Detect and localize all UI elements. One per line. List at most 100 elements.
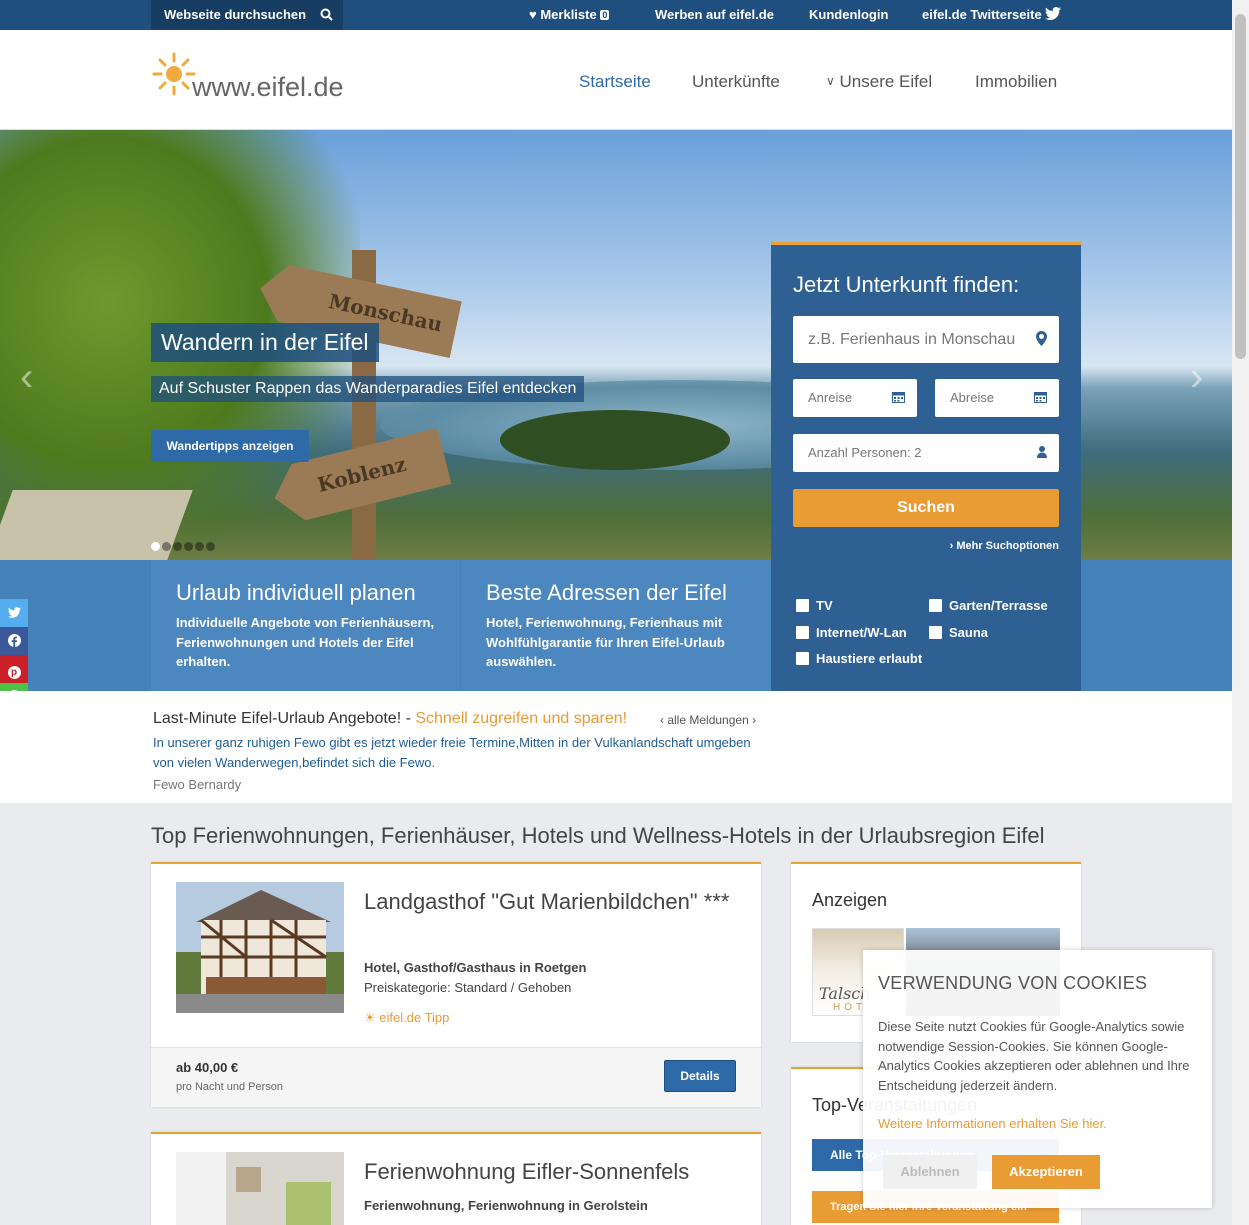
- feature-label: Haustiere erlaubt: [816, 651, 923, 666]
- top-bar: Webseite durchsuchen ♥ Merkliste 0 Werbe…: [0, 0, 1232, 30]
- news-ticker: Last-Minute Eifel-Urlaub Angebote! - Sch…: [0, 691, 1232, 803]
- share-facebook-button[interactable]: [0, 627, 28, 655]
- feature-label: TV: [816, 598, 833, 613]
- search-panel-title: Jetzt Unterkunft finden:: [793, 272, 1020, 297]
- feature-garten-checkbox[interactable]: Garten/Terrasse: [929, 598, 1048, 613]
- slider-dot[interactable]: [162, 542, 171, 551]
- sign-koblenz-text: Koblenz: [314, 451, 409, 497]
- listing-footer: ab 40,00 € pro Nacht und Person Details: [151, 1047, 761, 1107]
- pinterest-icon: p: [7, 666, 21, 679]
- slider-dot[interactable]: [195, 542, 204, 551]
- cookie-more-info-link[interactable]: Weitere Informationen erhalten Sie hier.: [878, 1116, 1107, 1131]
- slider-dots: [151, 538, 217, 556]
- scrollbar-thumb[interactable]: [1235, 14, 1246, 359]
- feature-tv-checkbox[interactable]: TV: [796, 598, 833, 613]
- page-scrollbar[interactable]: [1232, 0, 1249, 1225]
- feature-haustiere-checkbox[interactable]: Haustiere erlaubt: [796, 651, 922, 666]
- persons-select[interactable]: Anzahl Personen: 2: [793, 434, 1059, 472]
- cookie-decline-button[interactable]: Ablehnen: [883, 1155, 977, 1189]
- listing-photo[interactable]: [176, 1152, 344, 1225]
- more-search-options-link[interactable]: › Mehr Suchoptionen: [950, 540, 1059, 552]
- news-body[interactable]: In unserer ganz ruhigen Fewo gibt es jet…: [153, 733, 763, 772]
- checkbox-box: [796, 626, 809, 639]
- cookie-consent-dialog: VERWENDUNG VON COOKIES Diese Seite nutzt…: [863, 950, 1212, 1208]
- listing-type: Ferienwohnung, Ferienwohnung in Gerolste…: [364, 1198, 648, 1213]
- nav-immobilien[interactable]: Immobilien: [975, 72, 1057, 92]
- tile-text: Individuelle Angebote von Ferienhäusern,…: [176, 615, 435, 669]
- tile-beste-adressen[interactable]: Beste Adressen der Eifel Hotel, Ferienwo…: [461, 560, 771, 691]
- departure-input[interactable]: Abreise: [935, 379, 1059, 417]
- search-submit-button[interactable]: Suchen: [793, 489, 1059, 527]
- feature-label: Sauna: [949, 625, 989, 640]
- hero-island: [500, 410, 730, 470]
- chevron-right-icon: ›: [949, 540, 954, 552]
- slider-dot[interactable]: [151, 542, 160, 551]
- listing-price-category: Preiskategorie: Standard / Gehoben: [364, 980, 572, 995]
- listing-title[interactable]: Landgasthof "Gut Marienbildchen" ***: [364, 886, 734, 918]
- location-input[interactable]: z.B. Ferienhaus in Monschau: [793, 316, 1059, 363]
- site-search-label: Webseite durchsuchen: [164, 7, 307, 22]
- arrival-input[interactable]: Anreise: [793, 379, 917, 417]
- all-news-label: alle Meldungen: [667, 713, 749, 727]
- slider-dot[interactable]: [206, 542, 215, 551]
- site-logo[interactable]: www.eifel.de: [152, 50, 352, 110]
- feature-internet-checkbox[interactable]: Internet/W-Lan: [796, 625, 907, 640]
- departure-placeholder: Abreise: [950, 390, 995, 405]
- listing-card: Ferienwohnung Eifler-Sonnenfels Ferienwo…: [151, 1132, 761, 1225]
- nav-unsere-eifel[interactable]: ∨ Unsere Eifel: [826, 72, 932, 92]
- listing-type: Hotel, Gasthof/Gasthaus in Roetgen: [364, 960, 587, 975]
- ad1-sub: HOT: [833, 1002, 867, 1013]
- slider-prev-icon[interactable]: ‹: [20, 355, 33, 400]
- tile-title: Beste Adressen der Eifel: [486, 580, 727, 605]
- share-pinterest-button[interactable]: p: [0, 655, 28, 683]
- section-title: Top Ferienwohnungen, Ferienhäuser, Hotel…: [151, 823, 1045, 848]
- listing-photo[interactable]: [176, 882, 344, 1013]
- twitter-page-link[interactable]: eifel.de Twitterseite: [922, 0, 1062, 30]
- location-placeholder: z.B. Ferienhaus in Monschau: [808, 331, 1016, 348]
- news-headline-text: Last-Minute Eifel-Urlaub Angebote!: [153, 710, 402, 727]
- listing-price: ab 40,00 €: [176, 1060, 239, 1075]
- nav-startseite[interactable]: Startseite: [579, 72, 651, 92]
- map-marker-icon: [1036, 316, 1047, 363]
- eifel-tipp-label: eifel.de Tipp: [379, 1010, 450, 1025]
- site-search-button[interactable]: Webseite durchsuchen: [151, 0, 343, 30]
- heart-icon: ♥: [529, 7, 537, 22]
- twitter-icon: [7, 607, 21, 618]
- news-separator: -: [401, 710, 416, 727]
- slider-dot[interactable]: [184, 542, 193, 551]
- calendar-icon: [1034, 379, 1047, 417]
- feature-sauna-checkbox[interactable]: Sauna: [929, 625, 988, 640]
- more-search-options-label: Mehr Suchoptionen: [956, 540, 1059, 552]
- ads-title: Anzeigen: [812, 890, 888, 910]
- listing-title[interactable]: Ferienwohnung Eifler-Sonnenfels: [364, 1156, 734, 1188]
- twitter-page-label: eifel.de Twitterseite: [922, 7, 1042, 22]
- details-button[interactable]: Details: [664, 1060, 736, 1092]
- chevron-left-icon[interactable]: ‹: [660, 713, 664, 727]
- all-news-link[interactable]: ‹ alle Meldungen ›: [660, 713, 756, 727]
- slider-dot[interactable]: [173, 542, 182, 551]
- kundenlogin-link[interactable]: Kundenlogin: [809, 0, 888, 30]
- cookie-accept-button[interactable]: Akzeptieren: [992, 1155, 1100, 1189]
- cookie-text: Diese Seite nutzt Cookies für Google-Ana…: [878, 1019, 1190, 1093]
- logo-text: www.eifel.de: [192, 72, 344, 102]
- wandertipps-button[interactable]: Wandertipps anzeigen: [151, 430, 309, 462]
- news-author: Fewo Bernardy: [153, 777, 242, 792]
- twitter-icon: [1045, 6, 1062, 22]
- news-highlight: Schnell zugreifen und sparen!: [415, 710, 628, 727]
- checkbox-box: [929, 626, 942, 639]
- merkliste-link[interactable]: ♥ Merkliste 0: [529, 0, 610, 30]
- nav-unsere-eifel-label: Unsere Eifel: [839, 72, 933, 91]
- search-icon: [320, 0, 333, 30]
- slider-next-icon[interactable]: ›: [1190, 355, 1203, 400]
- eifel-tipp-badge: ☀ eifel.de Tipp: [364, 1010, 449, 1026]
- share-twitter-button[interactable]: [0, 599, 28, 627]
- werben-link[interactable]: Werben auf eifel.de: [655, 0, 774, 30]
- calendar-icon: [892, 379, 905, 417]
- nav-unterkuenfte[interactable]: Unterkünfte: [692, 72, 780, 92]
- tile-urlaub-planen[interactable]: Urlaub individuell planen Individuelle A…: [151, 560, 460, 691]
- arrival-placeholder: Anreise: [808, 390, 853, 405]
- chevron-right-icon[interactable]: ›: [752, 713, 756, 727]
- search-panel: Jetzt Unterkunft finden: z.B. Ferienhaus…: [771, 242, 1081, 691]
- site-header: www.eifel.de Startseite Unterkünfte ∨ Un…: [0, 30, 1232, 130]
- listing-card: Landgasthof "Gut Marienbildchen" *** Hot…: [151, 862, 761, 1107]
